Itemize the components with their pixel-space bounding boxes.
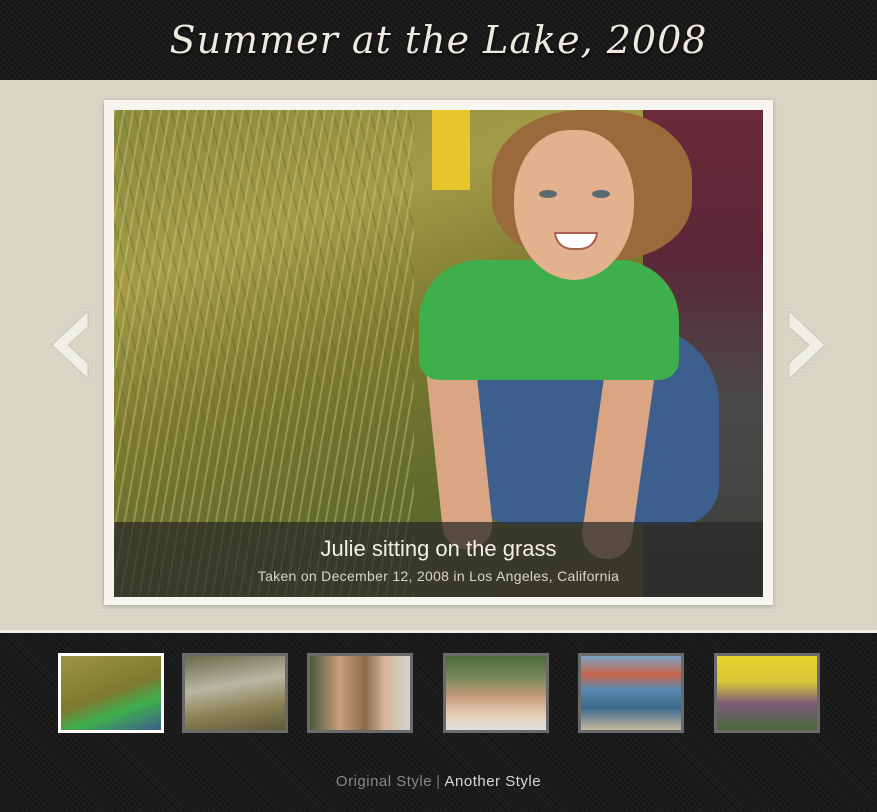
thumbnail-strip: Original Style | Another Style — [0, 633, 877, 812]
thumbnail-image — [61, 656, 161, 730]
thumbnail-2[interactable] — [182, 653, 288, 733]
slide-frame: Julie sitting on the grass Taken on Dece… — [104, 100, 773, 605]
chevron-left-icon — [51, 309, 89, 381]
thumbnail-image — [581, 656, 681, 730]
tent-bg — [432, 110, 470, 190]
thumbnail-image — [446, 656, 546, 730]
style-switcher: Original Style | Another Style — [0, 773, 877, 790]
caption-subtitle: Taken on December 12, 2008 in Los Angele… — [257, 568, 620, 584]
thumbnail-5[interactable] — [578, 653, 684, 733]
thumbnail-1[interactable] — [58, 653, 164, 733]
thumbnail-4[interactable] — [443, 653, 549, 733]
another-style-link[interactable]: Another Style — [445, 773, 542, 790]
slide-image[interactable]: Julie sitting on the grass Taken on Dece… — [114, 110, 763, 597]
thumbnail-3[interactable] — [307, 653, 413, 733]
original-style-link[interactable]: Original Style — [336, 773, 432, 790]
figure-shirt — [419, 260, 679, 380]
figure-eye-right — [592, 190, 610, 198]
thumbnail-image — [310, 656, 410, 730]
site-header: Summer at the Lake, 2008 — [0, 0, 877, 80]
next-slide-button[interactable] — [787, 309, 827, 381]
slideshow-stage: Julie sitting on the grass Taken on Dece… — [0, 80, 877, 633]
slide-caption: Julie sitting on the grass Taken on Dece… — [114, 522, 763, 597]
page-title: Summer at the Lake, 2008 — [169, 18, 708, 62]
chevron-right-icon — [788, 309, 826, 381]
figure-eye-left — [539, 190, 557, 198]
figure-face — [514, 130, 634, 280]
thumbnail-6[interactable] — [714, 653, 820, 733]
thumbnail-image — [717, 656, 817, 730]
prev-slide-button[interactable] — [50, 309, 90, 381]
thumbnail-image — [185, 656, 285, 730]
link-separator: | — [436, 773, 441, 790]
caption-title: Julie sitting on the grass — [320, 536, 557, 561]
